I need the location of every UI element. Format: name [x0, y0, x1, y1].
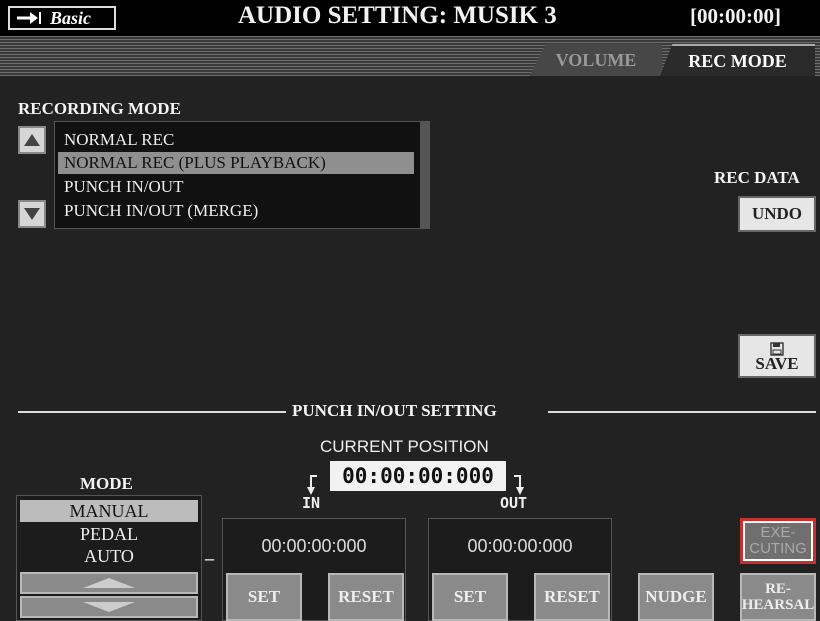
nudge-button[interactable]: NUDGE: [638, 573, 714, 621]
mode-down-button[interactable]: [20, 596, 198, 618]
triangle-down-icon: [24, 208, 40, 220]
range-dash: –: [205, 548, 214, 568]
executing-label: CUTING: [749, 540, 807, 557]
out-set-button[interactable]: SET: [432, 573, 508, 621]
scroll-down-button[interactable]: [18, 200, 46, 228]
chevron-down-icon: [83, 602, 135, 612]
tab-rec-mode[interactable]: REC MODE: [660, 44, 815, 76]
current-position-label: CURRENT POSITION: [320, 437, 489, 456]
mode-item[interactable]: AUTO: [20, 545, 198, 567]
arrow-down-in-icon: [307, 475, 317, 495]
in-reset-button[interactable]: RESET: [328, 573, 404, 621]
list-scrollbar[interactable]: [420, 121, 430, 229]
basic-mode-indicator[interactable]: Basic: [8, 6, 116, 30]
list-item[interactable]: NORMAL REC: [64, 130, 174, 150]
save-button[interactable]: SAVE: [738, 334, 816, 378]
current-position-display[interactable]: 00:00:00:000: [330, 461, 506, 491]
chevron-up-icon: [83, 578, 135, 588]
punch-section-label: PUNCH IN/OUT SETTING: [292, 401, 497, 420]
divider: [548, 411, 816, 413]
recording-mode-label: RECORDING MODE: [18, 99, 181, 118]
mode-up-button[interactable]: [20, 572, 198, 594]
rehearsal-label: HEARSAL: [741, 597, 815, 613]
scroll-up-button[interactable]: [18, 126, 46, 154]
out-time[interactable]: 00:00:00:000: [428, 536, 612, 557]
mode-item-selected[interactable]: MANUAL: [20, 500, 198, 522]
in-time[interactable]: 00:00:00:000: [222, 536, 406, 557]
divider: [18, 411, 286, 413]
arrow-down-out-icon: [514, 475, 524, 495]
mode-label: MODE: [80, 474, 133, 493]
mode-item[interactable]: PEDAL: [20, 523, 198, 545]
executing-label: EXE-: [760, 524, 796, 541]
triangle-up-icon: [24, 134, 40, 146]
arrow-right-icon: [17, 12, 41, 24]
list-item[interactable]: PUNCH IN/OUT (MERGE): [64, 201, 258, 221]
rec-data-label: REC DATA: [714, 168, 800, 187]
in-set-button[interactable]: SET: [226, 573, 302, 621]
page-title: AUDIO SETTING: MUSIK 3: [238, 2, 557, 29]
list-item[interactable]: PUNCH IN/OUT: [64, 177, 183, 197]
rehearsal-button[interactable]: RE- HEARSAL: [740, 573, 816, 621]
basic-label: Basic: [50, 7, 92, 28]
tab-volume[interactable]: VOLUME: [530, 44, 662, 76]
list-item-selected[interactable]: NORMAL REC (PLUS PLAYBACK): [58, 152, 414, 174]
out-label: OUT: [500, 494, 528, 512]
undo-button[interactable]: UNDO: [738, 196, 816, 232]
rehearsal-label: RE-: [765, 581, 791, 597]
out-reset-button[interactable]: RESET: [534, 573, 610, 621]
in-label: IN: [302, 494, 321, 512]
header-timecode: [00:00:00]: [690, 4, 781, 28]
executing-indicator: EXE- CUTING: [740, 518, 816, 564]
save-label: SAVE: [755, 353, 799, 373]
